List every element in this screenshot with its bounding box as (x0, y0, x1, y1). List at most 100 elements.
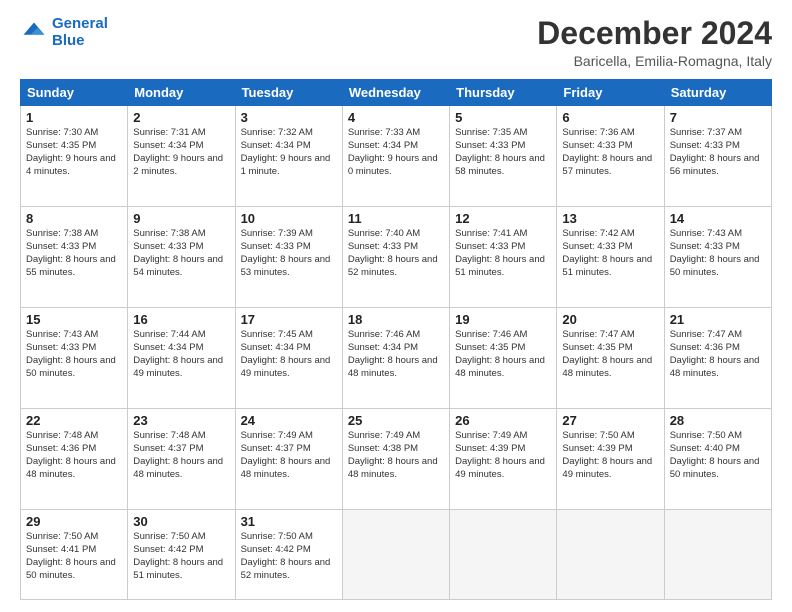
day-info: Sunrise: 7:45 AMSunset: 4:34 PMDaylight:… (241, 329, 337, 380)
day-number: 2 (133, 110, 229, 125)
day-number: 20 (562, 312, 658, 327)
day-info: Sunrise: 7:43 AMSunset: 4:33 PMDaylight:… (26, 329, 122, 380)
day-number: 23 (133, 413, 229, 428)
table-row: 23 Sunrise: 7:48 AMSunset: 4:37 PMDayligh… (128, 409, 235, 510)
day-number: 13 (562, 211, 658, 226)
table-row: 21 Sunrise: 7:47 AMSunset: 4:36 PMDayligh… (664, 308, 771, 409)
table-row: 28 Sunrise: 7:50 AMSunset: 4:40 PMDayligh… (664, 409, 771, 510)
day-number: 4 (348, 110, 444, 125)
table-row (664, 510, 771, 600)
day-info: Sunrise: 7:48 AMSunset: 4:36 PMDaylight:… (26, 430, 122, 481)
day-number: 9 (133, 211, 229, 226)
day-number: 22 (26, 413, 122, 428)
day-number: 15 (26, 312, 122, 327)
day-number: 6 (562, 110, 658, 125)
day-info: Sunrise: 7:49 AMSunset: 4:39 PMDaylight:… (455, 430, 551, 481)
day-info: Sunrise: 7:30 AMSunset: 4:35 PMDaylight:… (26, 127, 122, 178)
day-info: Sunrise: 7:48 AMSunset: 4:37 PMDaylight:… (133, 430, 229, 481)
table-row: 29 Sunrise: 7:50 AMSunset: 4:41 PMDayligh… (21, 510, 128, 600)
day-info: Sunrise: 7:49 AMSunset: 4:37 PMDaylight:… (241, 430, 337, 481)
day-info: Sunrise: 7:32 AMSunset: 4:34 PMDaylight:… (241, 127, 337, 178)
col-saturday: Saturday (664, 80, 771, 106)
col-wednesday: Wednesday (342, 80, 449, 106)
calendar-table: Sunday Monday Tuesday Wednesday Thursday… (20, 79, 772, 600)
day-info: Sunrise: 7:33 AMSunset: 4:34 PMDaylight:… (348, 127, 444, 178)
day-info: Sunrise: 7:36 AMSunset: 4:33 PMDaylight:… (562, 127, 658, 178)
day-number: 28 (670, 413, 766, 428)
day-info: Sunrise: 7:43 AMSunset: 4:33 PMDaylight:… (670, 228, 766, 279)
table-row: 25 Sunrise: 7:49 AMSunset: 4:38 PMDayligh… (342, 409, 449, 510)
col-thursday: Thursday (450, 80, 557, 106)
table-row: 22 Sunrise: 7:48 AMSunset: 4:36 PMDayligh… (21, 409, 128, 510)
day-info: Sunrise: 7:50 AMSunset: 4:41 PMDaylight:… (26, 531, 122, 582)
table-row: 1 Sunrise: 7:30 AMSunset: 4:35 PMDaylight… (21, 106, 128, 207)
day-info: Sunrise: 7:50 AMSunset: 4:40 PMDaylight:… (670, 430, 766, 481)
table-row: 19Sunrise: 7:46 AMSunset: 4:35 PMDayligh… (450, 308, 557, 409)
day-number: 14 (670, 211, 766, 226)
table-row: 9Sunrise: 7:38 AMSunset: 4:33 PMDaylight… (128, 207, 235, 308)
day-number: 10 (241, 211, 337, 226)
table-row (342, 510, 449, 600)
day-info: Sunrise: 7:46 AMSunset: 4:34 PMDaylight:… (348, 329, 444, 380)
table-row: 20 Sunrise: 7:47 AMSunset: 4:35 PMDayligh… (557, 308, 664, 409)
day-number: 8 (26, 211, 122, 226)
day-number: 24 (241, 413, 337, 428)
day-info: Sunrise: 7:50 AMSunset: 4:42 PMDaylight:… (133, 531, 229, 582)
table-row: 18 Sunrise: 7:46 AMSunset: 4:34 PMDayligh… (342, 308, 449, 409)
day-number: 26 (455, 413, 551, 428)
day-info: Sunrise: 7:41 AMSunset: 4:33 PMDaylight:… (455, 228, 551, 279)
table-row: 8Sunrise: 7:38 AMSunset: 4:33 PMDaylight… (21, 207, 128, 308)
day-number: 30 (133, 514, 229, 529)
table-row (450, 510, 557, 600)
table-row: 17 Sunrise: 7:45 AMSunset: 4:34 PMDayligh… (235, 308, 342, 409)
table-row: 12Sunrise: 7:41 AMSunset: 4:33 PMDayligh… (450, 207, 557, 308)
table-row: 11 Sunrise: 7:40 AMSunset: 4:33 PMDayligh… (342, 207, 449, 308)
day-number: 29 (26, 514, 122, 529)
page: General Blue December 2024 Baricella, Em… (0, 0, 792, 612)
day-number: 1 (26, 110, 122, 125)
day-info: Sunrise: 7:40 AMSunset: 4:33 PMDaylight:… (348, 228, 444, 279)
table-row: 10 Sunrise: 7:39 AMSunset: 4:33 PMDayligh… (235, 207, 342, 308)
table-row: 6 Sunrise: 7:36 AMSunset: 4:33 PMDaylight… (557, 106, 664, 207)
table-row: 16Sunrise: 7:44 AMSunset: 4:34 PMDayligh… (128, 308, 235, 409)
day-info: Sunrise: 7:49 AMSunset: 4:38 PMDaylight:… (348, 430, 444, 481)
day-number: 31 (241, 514, 337, 529)
table-row: 2 Sunrise: 7:31 AMSunset: 4:34 PMDaylight… (128, 106, 235, 207)
logo-line1: General (52, 15, 108, 32)
table-row: 3Sunrise: 7:32 AMSunset: 4:34 PMDaylight… (235, 106, 342, 207)
day-number: 21 (670, 312, 766, 327)
day-info: Sunrise: 7:35 AMSunset: 4:33 PMDaylight:… (455, 127, 551, 178)
month-title: December 2024 (537, 16, 772, 51)
table-row: 31 Sunrise: 7:50 AMSunset: 4:42 PMDayligh… (235, 510, 342, 600)
col-monday: Monday (128, 80, 235, 106)
day-info: Sunrise: 7:46 AMSunset: 4:35 PMDaylight:… (455, 329, 551, 380)
table-row: 5 Sunrise: 7:35 AMSunset: 4:33 PMDaylight… (450, 106, 557, 207)
day-info: Sunrise: 7:42 AMSunset: 4:33 PMDaylight:… (562, 228, 658, 279)
day-number: 27 (562, 413, 658, 428)
day-info: Sunrise: 7:47 AMSunset: 4:35 PMDaylight:… (562, 329, 658, 380)
day-number: 7 (670, 110, 766, 125)
header: General Blue December 2024 Baricella, Em… (20, 16, 772, 69)
logo-text: General Blue (52, 16, 108, 49)
day-info: Sunrise: 7:50 AMSunset: 4:42 PMDaylight:… (241, 531, 337, 582)
day-number: 11 (348, 211, 444, 226)
col-sunday: Sunday (21, 80, 128, 106)
day-number: 25 (348, 413, 444, 428)
table-row (557, 510, 664, 600)
day-info: Sunrise: 7:39 AMSunset: 4:33 PMDaylight:… (241, 228, 337, 279)
logo-icon (20, 19, 48, 47)
table-row: 27Sunrise: 7:50 AMSunset: 4:39 PMDayligh… (557, 409, 664, 510)
day-number: 5 (455, 110, 551, 125)
table-row: 13 Sunrise: 7:42 AMSunset: 4:33 PMDayligh… (557, 207, 664, 308)
table-row: 30 Sunrise: 7:50 AMSunset: 4:42 PMDayligh… (128, 510, 235, 600)
table-row: 7Sunrise: 7:37 AMSunset: 4:33 PMDaylight… (664, 106, 771, 207)
calendar-header-row: Sunday Monday Tuesday Wednesday Thursday… (21, 80, 772, 106)
table-row: 15 Sunrise: 7:43 AMSunset: 4:33 PMDayligh… (21, 308, 128, 409)
day-info: Sunrise: 7:44 AMSunset: 4:34 PMDaylight:… (133, 329, 229, 380)
day-info: Sunrise: 7:31 AMSunset: 4:34 PMDaylight:… (133, 127, 229, 178)
day-number: 17 (241, 312, 337, 327)
table-row: 14 Sunrise: 7:43 AMSunset: 4:33 PMDayligh… (664, 207, 771, 308)
logo-line2: Blue (52, 32, 85, 49)
day-number: 18 (348, 312, 444, 327)
day-info: Sunrise: 7:47 AMSunset: 4:36 PMDaylight:… (670, 329, 766, 380)
